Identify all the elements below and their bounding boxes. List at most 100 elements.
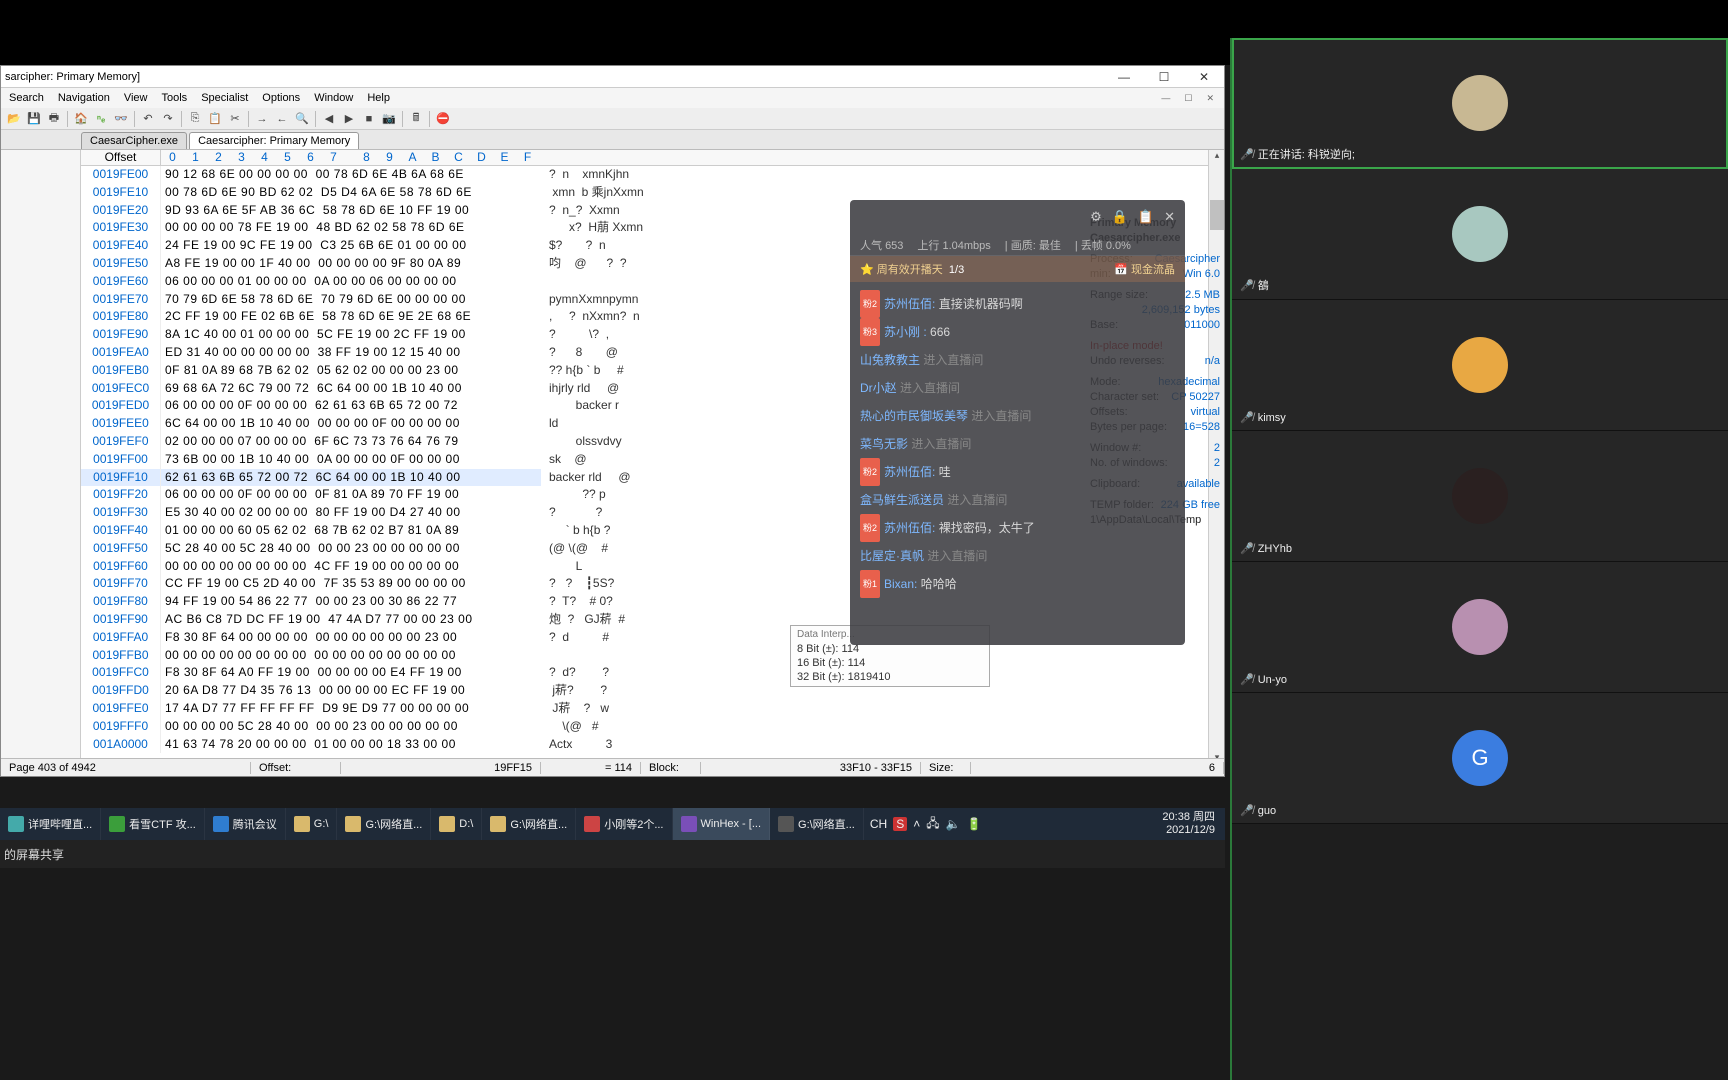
taskbar-item[interactable]: D:\: [431, 808, 482, 840]
participant-tile[interactable]: 🎤̸ZHYhb: [1232, 431, 1728, 562]
chat-pin-icon[interactable]: 📋: [1138, 209, 1154, 225]
stop-icon[interactable]: ■: [360, 110, 378, 128]
menu-view[interactable]: View: [118, 90, 154, 106]
ime-indicator[interactable]: CH: [870, 817, 887, 831]
chat-message: 热心的市民御坂美琴 进入直播间: [860, 402, 1175, 430]
mic-muted-icon: 🎤̸: [1240, 542, 1254, 555]
save-icon[interactable]: 💾: [25, 110, 43, 128]
maximize-button[interactable]: ☐: [1144, 66, 1184, 88]
tray-speaker-icon[interactable]: 🔈: [946, 817, 961, 831]
menu-window[interactable]: Window: [308, 90, 359, 106]
hex-row[interactable]: 001A000041 63 74 78 20 00 00 00 01 00 00…: [81, 736, 1208, 754]
participant-tile[interactable]: 🎤̸kimsy: [1232, 300, 1728, 431]
status-page: Page 403 of 4942: [1, 762, 251, 774]
taskbar-item[interactable]: G:\: [286, 808, 338, 840]
taskbar-item[interactable]: WinHex - [...: [673, 808, 771, 840]
screen-share-bar: 的屏幕共享: [0, 840, 1225, 868]
redo-icon[interactable]: ↷: [159, 110, 177, 128]
windows-taskbar[interactable]: 详哩哔哩直...看雪CTF 攻...腾讯会议G:\G:\网络直...D:\G:\…: [0, 808, 1225, 840]
mdi-minimize-icon[interactable]: —: [1155, 91, 1176, 106]
tray-network-icon[interactable]: 🖧: [926, 814, 939, 835]
chat-banner[interactable]: ⭐ 周有效开播天 1/3 📅 现金流晶: [850, 256, 1185, 282]
back-icon[interactable]: ←: [273, 110, 291, 128]
menu-options[interactable]: Options: [256, 90, 306, 106]
chat-settings-icon[interactable]: ⚙: [1090, 209, 1102, 225]
calc-icon[interactable]: 🖩: [407, 110, 425, 128]
status-block-value: 33F10 - 33F15: [701, 762, 921, 774]
chat-message: 山兔教教主 进入直播间: [860, 346, 1175, 374]
chat-close-icon[interactable]: ✕: [1164, 209, 1175, 225]
menu-search[interactable]: Search: [3, 90, 50, 106]
participant-tile[interactable]: G🎤̸guo: [1232, 693, 1728, 824]
mdi-restore-icon[interactable]: ☐: [1178, 91, 1198, 106]
help-icon[interactable]: ⛔: [434, 110, 452, 128]
close-button[interactable]: ✕: [1184, 66, 1224, 88]
hex-row[interactable]: 0019FE1000 78 6D 6E 90 BD 62 02 D5 D4 6A…: [81, 184, 1208, 202]
toolbar: 📂 💾 🖶 🏠 ⁿₑ 👓 ↶ ↷ ⎘ 📋 ✂ → ← 🔍 ◀ ▶ ■ 📷 🖩 ⛔: [1, 108, 1224, 130]
taskbar-item[interactable]: 详哩哔哩直...: [0, 808, 101, 840]
mic-muted-icon: 🎤̸: [1240, 673, 1254, 686]
hex-row[interactable]: 0019FFF000 00 00 00 5C 28 40 00 00 00 23…: [81, 718, 1208, 736]
chat-message-list[interactable]: 粉2苏州伍佰: 直接读机器码啊粉3苏小刚 : 666山兔教教主 进入直播间Dr小…: [850, 282, 1185, 606]
menu-tools[interactable]: Tools: [156, 90, 194, 106]
binoculars-icon[interactable]: 👓: [112, 110, 130, 128]
menu-help[interactable]: Help: [361, 90, 396, 106]
hex-row[interactable]: 0019FE0090 12 68 6E 00 00 00 00 00 78 6D…: [81, 166, 1208, 184]
status-offset-label: Offset:: [251, 762, 341, 774]
taskbar-item[interactable]: 腾讯会议: [205, 808, 286, 840]
taskbar-item[interactable]: 小刚等2个...: [576, 808, 672, 840]
tray-battery-icon[interactable]: 🔋: [967, 817, 982, 831]
minimize-button[interactable]: —: [1104, 66, 1144, 88]
nav-fwd-icon[interactable]: ▶: [340, 110, 358, 128]
system-tray[interactable]: CH S ˄ 🖧 🔈 🔋: [864, 814, 988, 835]
copy-icon[interactable]: ⎘: [186, 110, 204, 128]
find-hex-icon[interactable]: ⁿₑ: [92, 110, 110, 128]
menu-specialist[interactable]: Specialist: [195, 90, 254, 106]
mic-muted-icon: 🎤̸: [1240, 804, 1254, 817]
undo-icon[interactable]: ↶: [139, 110, 157, 128]
chat-message: 菜鸟无影 进入直播间: [860, 430, 1175, 458]
chat-lock-icon[interactable]: 🔒: [1112, 209, 1128, 225]
cut-icon[interactable]: ✂: [226, 110, 244, 128]
participant-tile[interactable]: 🎤̸Un-yo: [1232, 562, 1728, 693]
status-size-value: 6: [971, 762, 1224, 774]
hex-row[interactable]: 0019FFB000 00 00 00 00 00 00 00 00 00 00…: [81, 647, 1208, 665]
menu-navigation[interactable]: Navigation: [52, 90, 116, 106]
mic-muted-icon: 🎤̸: [1240, 279, 1254, 292]
chat-toolbar: ⚙ 🔒 📋 ✕: [850, 200, 1185, 234]
chat-message: 粉2苏州伍佰: 哇: [860, 458, 1175, 486]
participant-tile[interactable]: 🎤̸鵅: [1232, 169, 1728, 300]
status-offset-value: 19FF15: [341, 762, 541, 774]
scroll-up-icon[interactable]: ▴: [1210, 150, 1224, 164]
find-icon[interactable]: 🏠: [72, 110, 90, 128]
chat-message: 粉1Bixan: 哈哈哈: [860, 570, 1175, 598]
zoom-icon[interactable]: 🔍: [293, 110, 311, 128]
hex-row[interactable]: 0019FFE017 4A D7 77 FF FF FF FF D9 9E D9…: [81, 700, 1208, 718]
hex-row[interactable]: 0019FFC0F8 30 8F 64 A0 FF 19 00 00 00 00…: [81, 664, 1208, 682]
goto-icon[interactable]: →: [253, 110, 271, 128]
print-icon[interactable]: 🖶: [45, 110, 63, 128]
open-icon[interactable]: 📂: [5, 110, 23, 128]
mdi-close-icon[interactable]: ✕: [1200, 91, 1220, 106]
tab-primary-memory[interactable]: Caesarcipher: Primary Memory: [189, 132, 359, 149]
hex-row[interactable]: 0019FFD020 6A D8 77 D4 35 76 13 00 00 00…: [81, 682, 1208, 700]
paste-icon[interactable]: 📋: [206, 110, 224, 128]
taskbar-item[interactable]: G:\网络直...: [770, 808, 864, 840]
taskbar-clock[interactable]: 20:38 周四 2021/12/9: [1152, 811, 1225, 837]
window-title: sarcipher: Primary Memory]: [5, 71, 1104, 83]
meeting-participants-panel: 🎤̸正在讲话: 科锐逆向;🎤̸鵅🎤̸kimsy🎤̸ZHYhb🎤̸Un-yoG🎤̸…: [1230, 38, 1728, 1080]
taskbar-item[interactable]: G:\网络直...: [482, 808, 576, 840]
taskbar-item[interactable]: G:\网络直...: [337, 808, 431, 840]
nav-back-icon[interactable]: ◀: [320, 110, 338, 128]
chat-message: 粉2苏州伍佰: 直接读机器码啊: [860, 290, 1175, 318]
camera-icon[interactable]: 📷: [380, 110, 398, 128]
taskbar-item[interactable]: 看雪CTF 攻...: [101, 808, 205, 840]
tab-caesarcipher-exe[interactable]: CaesarCipher.exe: [81, 132, 187, 149]
ime-mode-icon[interactable]: S: [893, 817, 907, 831]
titlebar[interactable]: sarcipher: Primary Memory] — ☐ ✕: [1, 66, 1224, 88]
participant-tile[interactable]: 🎤̸正在讲话: 科锐逆向;: [1232, 38, 1728, 169]
chat-message: 盒马鲜生派送员 进入直播间: [860, 486, 1175, 514]
chat-banner-button[interactable]: 📅 现金流晶: [1114, 261, 1175, 277]
tray-chevron-icon[interactable]: ˄: [913, 817, 920, 831]
live-chat-overlay[interactable]: ⚙ 🔒 📋 ✕ 人气 653 上行 1.04mbps | 画质: 最佳 | 丢帧…: [850, 200, 1185, 645]
